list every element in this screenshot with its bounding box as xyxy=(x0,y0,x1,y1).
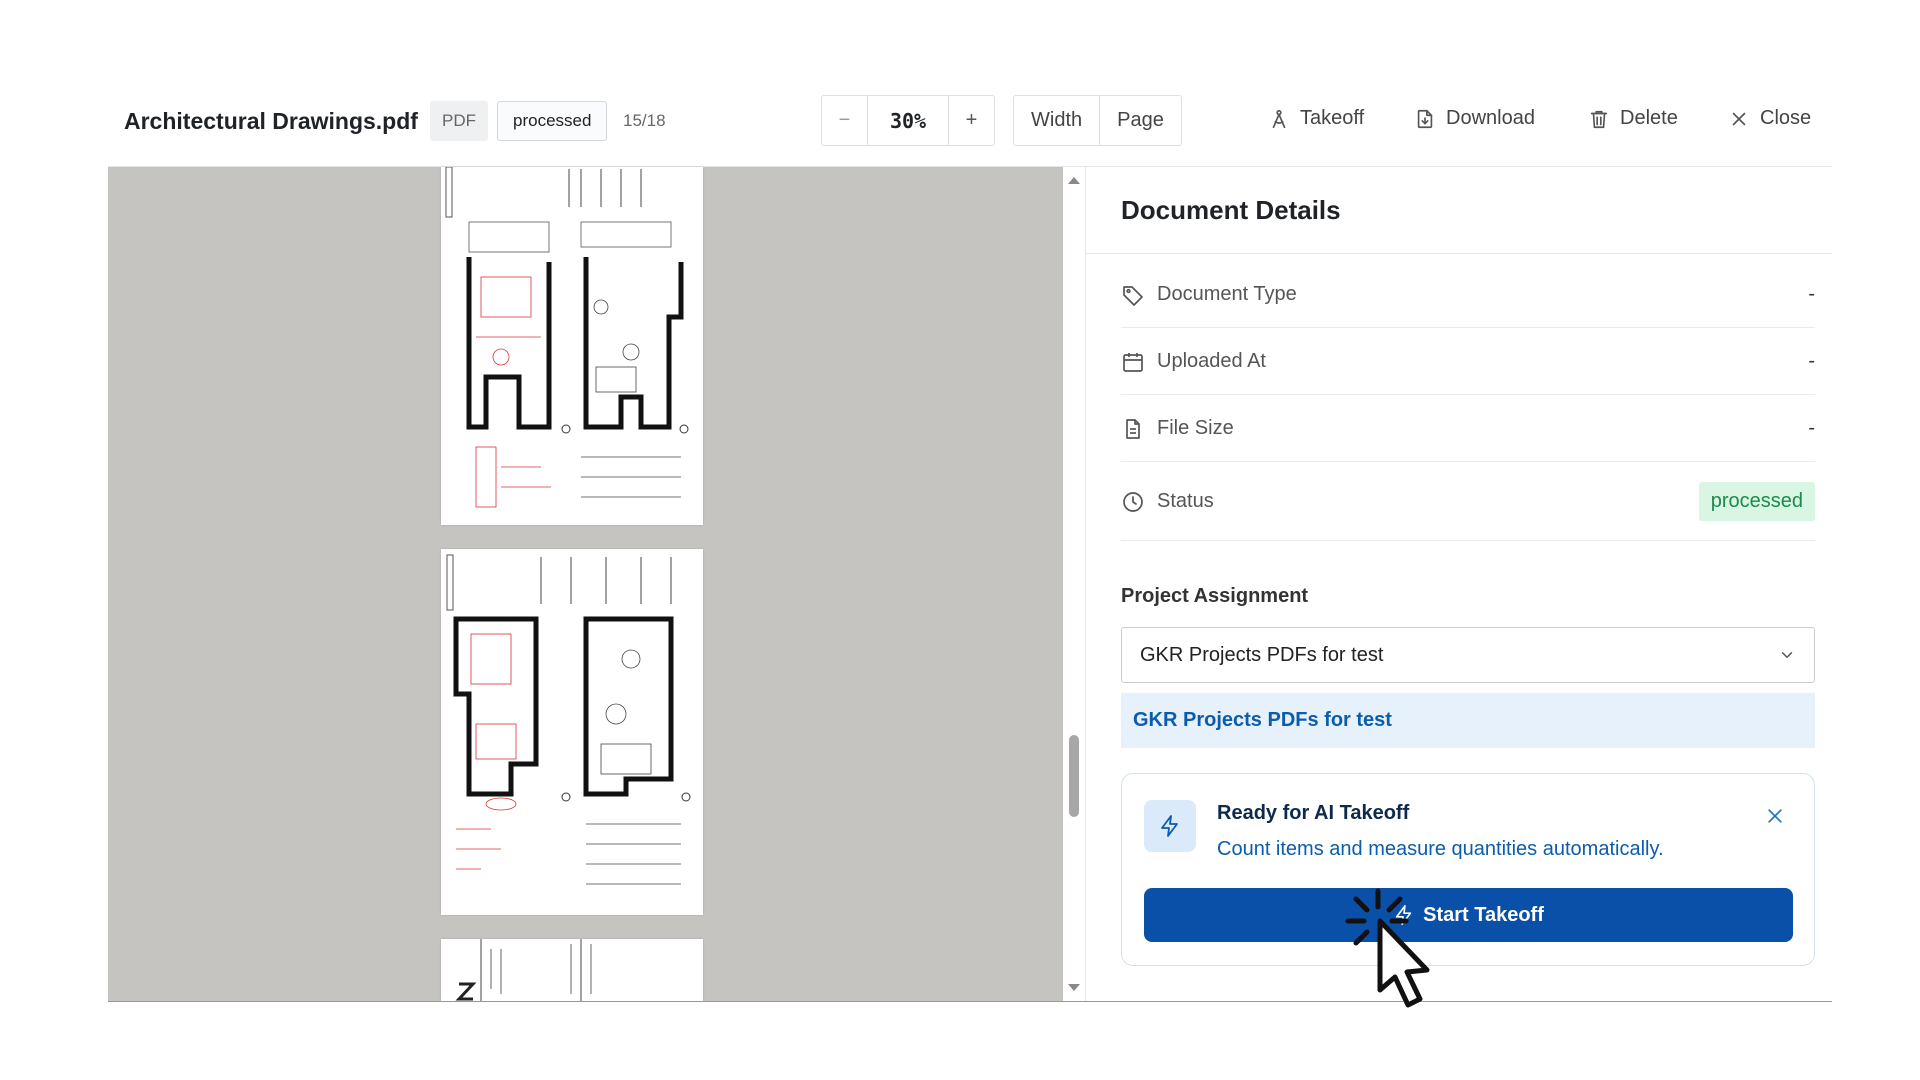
chevron-down-icon xyxy=(1781,652,1793,658)
detail-label: Status xyxy=(1157,490,1214,512)
takeoff-button[interactable]: Takeoff xyxy=(1268,107,1364,130)
download-button[interactable]: Download xyxy=(1414,107,1535,130)
dismiss-icon[interactable] xyxy=(1765,806,1785,826)
floor-plan-drawing xyxy=(455,939,592,1001)
pdf-page-thumbnail xyxy=(441,939,703,1001)
clock-icon xyxy=(1123,491,1143,512)
floor-plan-drawing xyxy=(445,167,689,508)
close-icon xyxy=(1732,112,1746,125)
delete-button[interactable]: Delete xyxy=(1588,107,1678,130)
page-indicator: 15/18 xyxy=(623,111,666,130)
status-badge: processed xyxy=(1698,482,1815,521)
download-label: Download xyxy=(1446,107,1535,129)
detail-value: - xyxy=(1808,283,1815,305)
pdf-viewer[interactable] xyxy=(108,167,1063,1001)
toolbar: Architectural Drawings.pdf PDF processed… xyxy=(108,75,1832,166)
pdf-page-thumbnail xyxy=(441,549,703,915)
detail-row-document-type: Document Type - xyxy=(1121,262,1815,328)
document-viewer-window: Architectural Drawings.pdf PDF processed… xyxy=(108,75,1832,1002)
close-button[interactable]: Close xyxy=(1728,107,1811,130)
file-icon xyxy=(1126,418,1140,439)
trash-icon xyxy=(1590,110,1608,128)
panel-divider xyxy=(1086,253,1832,254)
detail-label: Document Type xyxy=(1157,283,1297,305)
detail-row-file-size: File Size - xyxy=(1121,396,1815,462)
status-tag: processed xyxy=(497,101,608,141)
detail-row-status: Status processed xyxy=(1121,463,1815,541)
scroll-down-arrow[interactable] xyxy=(1068,984,1080,991)
floor-plan-drawing xyxy=(446,554,691,885)
project-select[interactable]: GKR Projects PDFs for test xyxy=(1121,627,1815,683)
fit-width-button[interactable]: Width xyxy=(1014,96,1099,145)
delete-label: Delete xyxy=(1620,107,1678,129)
zoom-out-button[interactable]: − xyxy=(822,96,867,145)
scroll-up-arrow[interactable] xyxy=(1068,177,1080,184)
zoom-in-button[interactable]: + xyxy=(949,96,994,145)
document-title: Architectural Drawings.pdf xyxy=(124,108,418,134)
file-type-badge: PDF xyxy=(430,101,488,141)
pdf-page-thumbnail xyxy=(441,167,703,525)
project-option[interactable]: GKR Projects PDFs for test xyxy=(1121,693,1815,748)
detail-value: - xyxy=(1808,350,1815,372)
viewer-scrollbar[interactable] xyxy=(1063,167,1085,1001)
start-takeoff-button[interactable]: Start Takeoff xyxy=(1144,888,1793,942)
click-cursor-icon xyxy=(1345,888,1430,1008)
ai-takeoff-card: Ready for AI Takeoff Count items and mea… xyxy=(1121,773,1815,966)
calendar-icon xyxy=(1123,352,1143,372)
project-select-value: GKR Projects PDFs for test xyxy=(1140,643,1384,666)
close-label: Close xyxy=(1760,107,1812,129)
tag-icon xyxy=(1123,285,1143,306)
takeoff-label: Takeoff xyxy=(1300,107,1365,129)
detail-label: Uploaded At xyxy=(1157,350,1266,372)
ai-card-subtitle: Count items and measure quantities autom… xyxy=(1217,838,1664,860)
scrollbar-thumb[interactable] xyxy=(1069,735,1079,817)
detail-label: File Size xyxy=(1157,417,1234,439)
detail-value: - xyxy=(1808,417,1815,439)
detail-row-uploaded-at: Uploaded At - xyxy=(1121,329,1815,395)
ai-card-title: Ready for AI Takeoff xyxy=(1217,802,1410,824)
takeoff-icon xyxy=(1272,109,1286,128)
zoom-level: 30% xyxy=(867,96,949,145)
lightning-icon xyxy=(1144,800,1196,852)
fit-controls: Width Page xyxy=(1013,95,1182,146)
panel-title: Document Details xyxy=(1121,195,1341,225)
document-details-panel: Document Details Document Type - Uploade… xyxy=(1085,167,1832,1001)
download-icon xyxy=(1417,109,1433,128)
window-bottom-border xyxy=(108,1001,1832,1002)
project-assignment-label: Project Assignment xyxy=(1121,585,1309,607)
zoom-controls: − 30% + xyxy=(821,95,995,146)
fit-page-button[interactable]: Page xyxy=(1099,96,1181,145)
